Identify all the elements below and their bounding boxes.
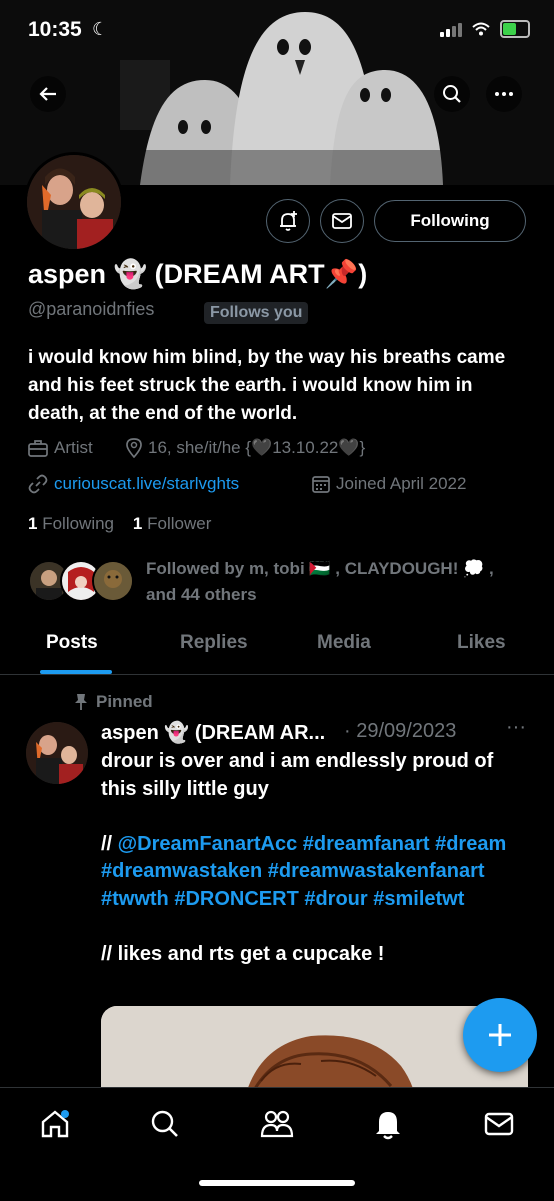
tab-likes[interactable]: Likes (457, 632, 506, 654)
cellular-signal-icon (440, 21, 462, 37)
post-more-button[interactable]: ··· (506, 716, 526, 739)
post-line-1: drour is over and i am endlessly proud o… (101, 750, 494, 800)
envelope-icon (332, 213, 352, 229)
back-arrow-icon (39, 87, 56, 101)
back-button[interactable] (30, 76, 66, 112)
follow-counts: 1 Following 1 Follower (28, 514, 211, 534)
profile-joined: Joined April 2022 (312, 474, 466, 494)
tab-posts[interactable]: Posts (46, 632, 98, 654)
wifi-icon (472, 22, 490, 36)
post-tags-prefix: // (101, 832, 118, 855)
pinned-indicator: Pinned (74, 692, 153, 712)
compose-button[interactable] (463, 998, 537, 1072)
home-indicator (199, 1180, 355, 1186)
post-avatar-image (26, 722, 88, 784)
post-body: drour is over and i am endlessly proud o… (101, 748, 531, 968)
avatar-image (27, 155, 121, 249)
pinned-label: Pinned (96, 692, 153, 711)
post-line-3: // likes and rts get a cupcake ! (101, 942, 385, 965)
post-line-2: // @DreamFanartAcc #dreamfanart #dream #… (101, 831, 531, 914)
profile-category: Artist (28, 438, 93, 458)
bell-icon (376, 1112, 400, 1140)
active-tab-indicator (40, 670, 112, 674)
nav-communities[interactable] (259, 1106, 295, 1142)
nav-notifications[interactable] (370, 1106, 406, 1142)
post-hashtags[interactable]: @DreamFanartAcc #dreamfanart #dream #dre… (101, 833, 506, 910)
search-icon (151, 1110, 178, 1137)
status-time: 10:35 (28, 18, 82, 41)
pin-icon (75, 694, 87, 710)
profile-link[interactable]: curiouscat.live/starlvghts (28, 474, 239, 494)
profile-avatar[interactable] (24, 152, 124, 252)
status-bar: 10:35 ☾ (0, 0, 554, 64)
following-count: 1 (28, 514, 38, 533)
notification-bell-plus-icon (280, 211, 297, 231)
profile-handle: @paranoidnfies (28, 299, 155, 319)
post-author-name[interactable]: aspen 👻 (DREAM AR... (101, 720, 325, 745)
location-pin-icon (126, 438, 142, 458)
battery-icon (500, 20, 530, 38)
following-count-link[interactable]: 1 Following (28, 514, 114, 533)
message-button[interactable] (320, 199, 364, 243)
plus-icon (489, 1024, 511, 1046)
nav-home[interactable] (37, 1106, 73, 1142)
nav-messages[interactable] (481, 1106, 517, 1142)
search-icon (443, 85, 461, 103)
category-text: Artist (54, 438, 93, 457)
more-options-button[interactable] (486, 76, 522, 112)
location-text: 16, she/it/he {🖤13.10.22🖤} (148, 438, 366, 457)
profile-location: 16, she/it/he {🖤13.10.22🖤} (126, 438, 365, 458)
nav-explore[interactable] (147, 1106, 183, 1142)
status-icons (440, 20, 530, 38)
tab-replies[interactable]: Replies (180, 632, 248, 654)
post-author-avatar[interactable] (26, 722, 88, 784)
follower-avatar-3 (92, 560, 134, 602)
communities-icon (260, 1110, 294, 1138)
followers-label: Follower (147, 514, 212, 533)
home-icon (41, 1110, 69, 1138)
link-icon (28, 474, 48, 494)
link-text[interactable]: curiouscat.live/starlvghts (54, 474, 239, 494)
follows-you-badge: Follows you (204, 302, 309, 324)
followers-count-link[interactable]: 1 Follower (133, 514, 211, 533)
following-button[interactable]: Following (374, 200, 526, 242)
moon-icon: ☾ (92, 19, 109, 39)
profile-tabs: Posts Replies Media Likes (0, 618, 554, 675)
followed-by-text[interactable]: Followed by m, tobi 🇵🇸 , CLAYDOUGH! 💭 , … (146, 556, 526, 608)
following-label: Following (42, 514, 115, 533)
joined-text: Joined April 2022 (336, 474, 467, 493)
envelope-icon (484, 1112, 514, 1136)
calendar-icon (312, 476, 330, 493)
notifications-button[interactable] (266, 199, 310, 243)
briefcase-icon (28, 440, 48, 457)
profile-bio: i would know him blind, by the way his b… (28, 347, 506, 424)
post-date[interactable]: · 29/09/2023 (344, 720, 456, 743)
search-button[interactable] (434, 76, 470, 112)
tab-media[interactable]: Media (317, 632, 371, 654)
more-icon (495, 92, 513, 96)
followers-count: 1 (132, 514, 143, 533)
profile-name: aspen 👻 (DREAM ART📌) (28, 259, 368, 289)
